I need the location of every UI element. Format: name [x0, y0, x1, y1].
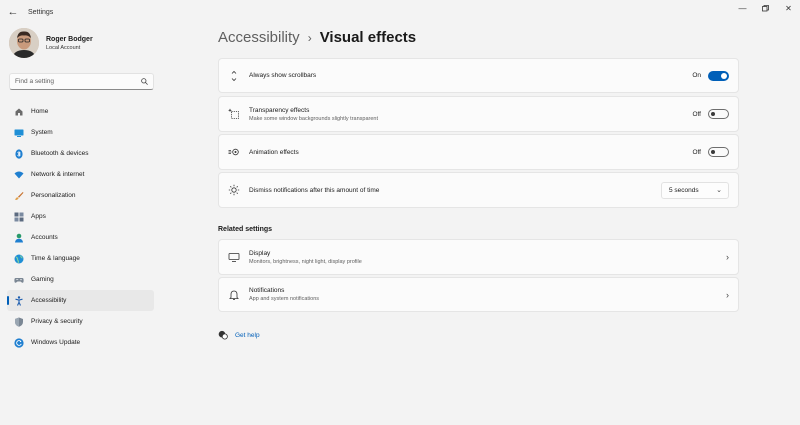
- minimize-icon: —: [738, 3, 747, 13]
- avatar: [9, 28, 39, 58]
- setting-title: Transparency effects: [249, 106, 310, 114]
- sidebar-item-label: Apps: [31, 213, 46, 220]
- sidebar-item-network[interactable]: Network & internet: [7, 164, 154, 185]
- apps-icon: [14, 212, 24, 222]
- sidebar-item-gaming[interactable]: Gaming: [7, 269, 154, 290]
- setting-always-show-scrollbars: Always show scrollbars On: [218, 58, 739, 93]
- setting-dismiss-notifications: Dismiss notifications after this amount …: [218, 172, 739, 208]
- home-icon: [14, 107, 24, 117]
- chevron-right-icon: ›: [726, 252, 729, 262]
- sidebar-nav: Home System Bluetooth & devices Network …: [7, 101, 154, 353]
- sidebar: Roger Bodger Local Account Home System B…: [0, 24, 160, 425]
- shield-icon: [14, 317, 24, 327]
- sidebar-item-label: Home: [31, 108, 49, 115]
- notification-duration-dropdown[interactable]: 5 seconds ⌄: [661, 181, 729, 199]
- sidebar-item-accessibility[interactable]: Accessibility: [7, 290, 154, 311]
- sidebar-item-system[interactable]: System: [7, 122, 154, 143]
- profile-account-type: Local Account: [46, 44, 81, 51]
- window-controls: — ✕: [731, 0, 800, 16]
- update-icon: [14, 337, 24, 348]
- sidebar-item-label: Bluetooth & devices: [31, 150, 89, 157]
- sidebar-item-label: Accounts: [31, 234, 58, 241]
- related-display[interactable]: Display Monitors, brightness, night ligh…: [218, 239, 739, 275]
- get-help-label: Get help: [235, 331, 260, 339]
- animation-icon: [228, 146, 240, 158]
- minimize-button[interactable]: —: [731, 0, 754, 16]
- toggle-state-label: On: [692, 72, 701, 79]
- sidebar-item-accounts[interactable]: Accounts: [7, 227, 154, 248]
- sidebar-item-home[interactable]: Home: [7, 101, 154, 122]
- sidebar-item-label: System: [31, 129, 53, 136]
- wifi-icon: [14, 170, 24, 180]
- setting-description: Monitors, brightness, night light, displ…: [249, 258, 362, 265]
- sidebar-item-label: Accessibility: [31, 297, 67, 304]
- sidebar-item-label: Network & internet: [31, 171, 85, 178]
- sidebar-item-personalization[interactable]: Personalization: [7, 185, 154, 206]
- close-button[interactable]: ✕: [777, 0, 800, 16]
- monitor-icon: [228, 251, 240, 263]
- setting-title: Animation effects: [249, 148, 299, 156]
- chevron-down-icon: ⌄: [716, 187, 722, 194]
- globe-icon: [14, 254, 24, 264]
- toggle-state-label: Off: [692, 110, 701, 118]
- app-title: Settings: [28, 8, 54, 16]
- sidebar-item-bluetooth-devices[interactable]: Bluetooth & devices: [7, 143, 154, 164]
- sidebar-item-label: Privacy & security: [31, 318, 83, 325]
- scrollbar-icon: [228, 70, 240, 82]
- transparency-icon: [228, 108, 240, 120]
- back-arrow-icon: ←: [7, 6, 19, 18]
- bluetooth-icon: [14, 148, 24, 159]
- system-icon: [14, 128, 24, 138]
- setting-description: App and system notifications: [249, 296, 320, 302]
- transparency-toggle[interactable]: [708, 109, 729, 119]
- related-notifications[interactable]: Notifications App and system notificatio…: [218, 277, 739, 312]
- help-chat-icon: [218, 330, 228, 340]
- sidebar-item-windows-update[interactable]: Windows Update: [7, 332, 154, 353]
- setting-title: Display: [249, 249, 271, 257]
- accessibility-icon: [14, 295, 24, 306]
- sidebar-item-privacy-security[interactable]: Privacy & security: [7, 311, 154, 332]
- user-profile[interactable]: Roger Bodger Local Account: [9, 28, 93, 58]
- setting-title: Always show scrollbars: [249, 72, 317, 79]
- setting-description: Make some window backgrounds slightly tr…: [249, 115, 379, 122]
- setting-animation-effects: Animation effects Off: [218, 134, 739, 170]
- sidebar-item-time-language[interactable]: Time & language: [7, 248, 154, 269]
- animation-toggle[interactable]: [708, 147, 729, 157]
- back-button[interactable]: ←: [2, 1, 24, 23]
- restore-button[interactable]: [754, 0, 777, 16]
- accounts-icon: [14, 233, 24, 243]
- scrollbars-toggle[interactable]: [708, 70, 729, 81]
- setting-title: Notifications: [249, 287, 285, 294]
- sidebar-item-label: Personalization: [31, 192, 76, 199]
- profile-name: Roger Bodger: [46, 35, 93, 43]
- controller-icon: [14, 275, 24, 285]
- close-icon: ✕: [785, 3, 792, 13]
- restore-icon: [762, 4, 769, 11]
- toggle-state-label: Off: [692, 148, 701, 156]
- sidebar-item-label: Gaming: [31, 276, 54, 283]
- bell-icon: [228, 289, 240, 301]
- sidebar-item-label: Windows Update: [31, 339, 81, 346]
- breadcrumb-parent-link[interactable]: Accessibility: [218, 29, 300, 46]
- breadcrumb-separator: ›: [307, 30, 312, 45]
- sidebar-item-apps[interactable]: Apps: [7, 206, 154, 227]
- setting-transparency-effects: Transparency effects Make some window ba…: [218, 96, 739, 132]
- sidebar-item-label: Time & language: [31, 255, 80, 262]
- title-bar: ← Settings — ✕: [0, 0, 800, 24]
- breadcrumb: Accessibility › Visual effects: [218, 29, 416, 46]
- related-settings-heading: Related settings: [218, 226, 273, 233]
- get-help-link[interactable]: Get help: [218, 330, 260, 340]
- brush-icon: [14, 191, 24, 201]
- search-input[interactable]: [15, 78, 140, 85]
- search-box[interactable]: [9, 73, 154, 90]
- search-icon: [140, 78, 148, 86]
- brightness-icon: [228, 184, 240, 196]
- dropdown-selected-value: 5 seconds: [669, 186, 699, 194]
- page-title: Visual effects: [319, 29, 417, 46]
- chevron-right-icon: ›: [726, 289, 729, 300]
- setting-title: Dismiss notifications after this amount …: [249, 186, 380, 194]
